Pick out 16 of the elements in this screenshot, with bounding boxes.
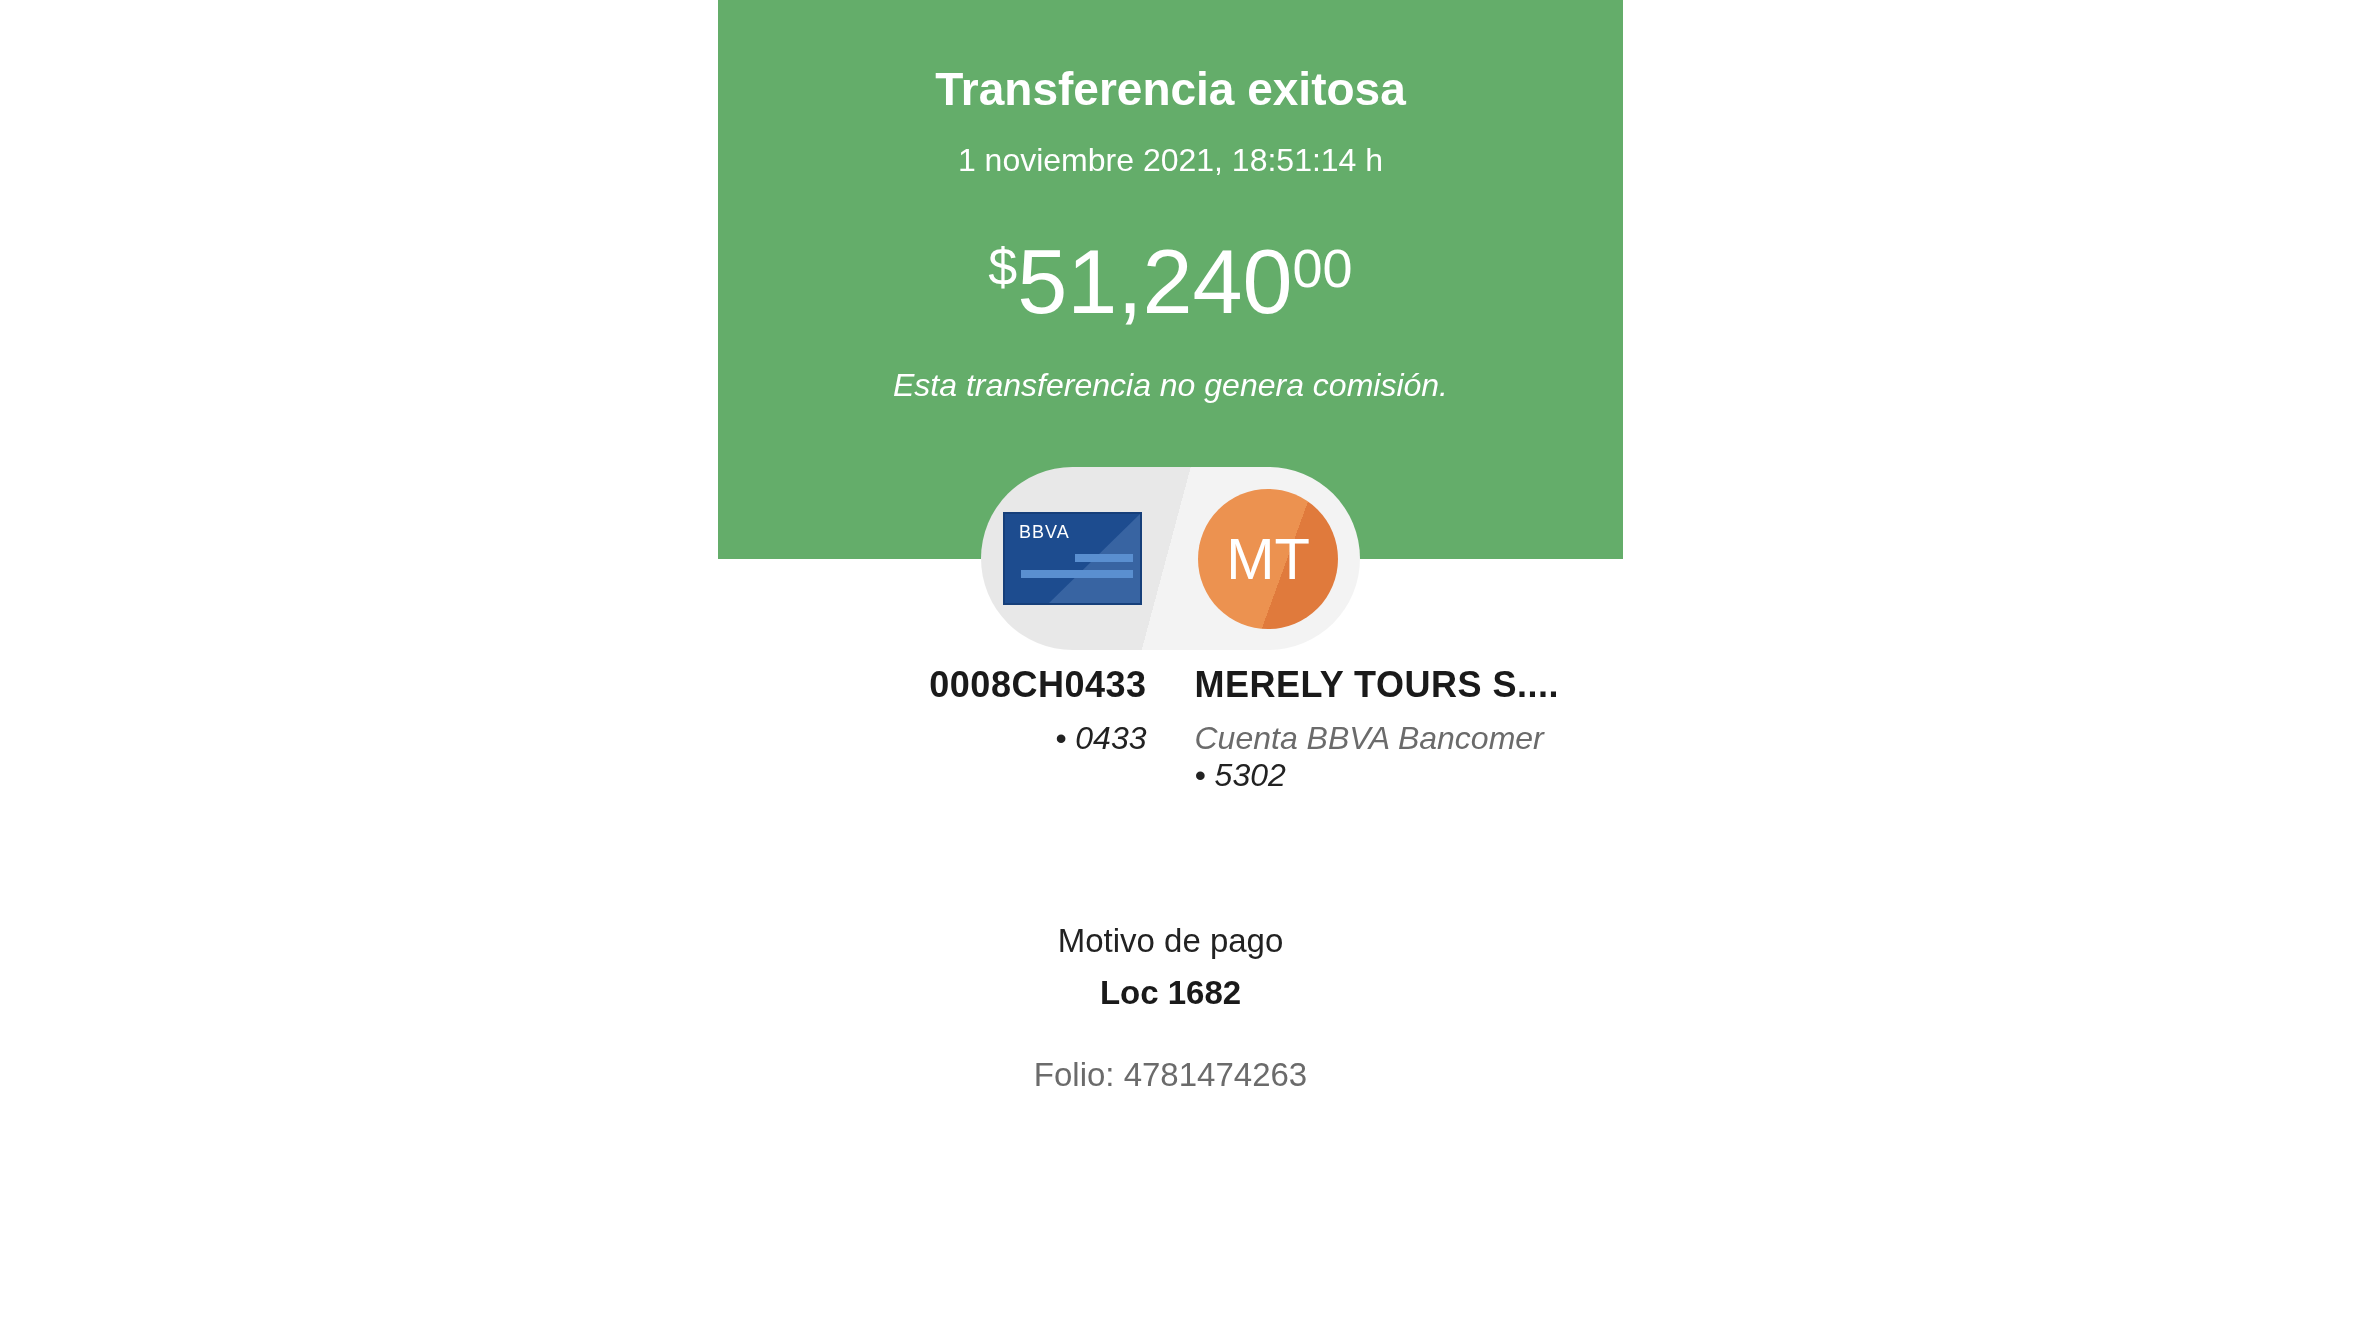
recipient-avatar: MT [1198,488,1338,629]
recipient-account-number: • 5302 [1194,757,1287,794]
origin-account-number: • 0433 [1055,720,1147,757]
status-title: Transferencia exitosa [935,62,1406,116]
card-label: BBVA [1019,522,1070,543]
amount-cents: 00 [1292,241,1353,295]
payment-reason-value: Loc 1682 [1099,974,1242,1012]
commission-note: Esta transferencia no genera comisión. [893,367,1448,404]
payment-reason-label: Motivo de pago [1057,922,1284,960]
amount-value: 51,240 [1017,237,1293,327]
folio-number: Folio: 4781474263 [1033,1056,1308,1094]
origin-account-name: 0008CH0433 [929,664,1147,706]
transfer-datetime: 1 noviembre 2021, 18:51:14 h [957,142,1384,179]
currency-sign: $ [988,241,1018,293]
recipient-bank: Cuenta BBVA Bancomer [1194,720,1546,757]
recipient-name: MERELY TOURS S.... [1194,664,1560,706]
